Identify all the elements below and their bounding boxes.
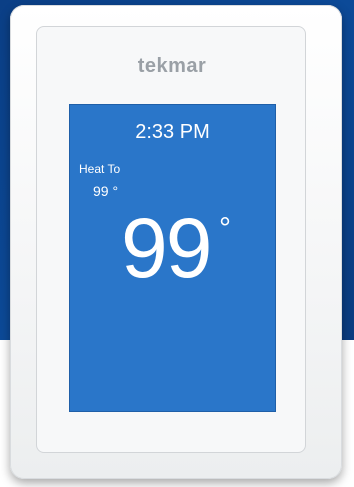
thermostat-device: tekmar 2:33 PM Heat To 99 ° 99 ° (10, 5, 342, 479)
touch-screen[interactable]: 2:33 PM Heat To 99 ° 99 ° (69, 104, 276, 412)
current-temperature: 99 (121, 201, 212, 295)
brand-logo: tekmar (137, 55, 207, 77)
clock-time: 2:33 PM (135, 121, 210, 143)
degree-symbol: ° (219, 212, 231, 245)
heat-to-label: Heat To (79, 162, 121, 176)
heat-to-setpoint[interactable]: 99 ° (93, 183, 118, 199)
thermostat-bezel: tekmar 2:33 PM Heat To 99 ° 99 ° (36, 26, 306, 453)
